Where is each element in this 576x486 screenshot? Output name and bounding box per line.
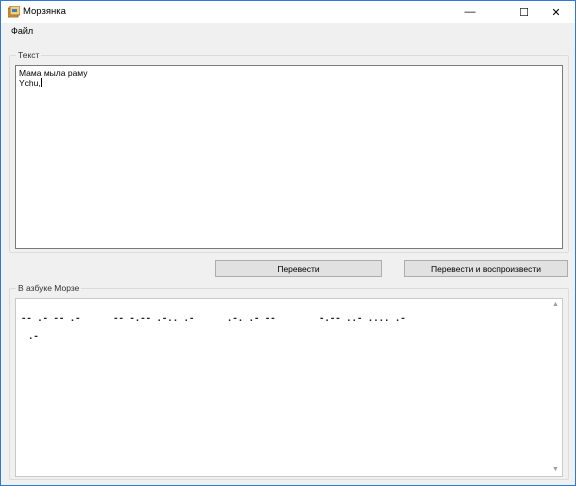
input-line: Ychu, (19, 78, 42, 88)
input-line: Мама мыла раму (19, 68, 88, 78)
vertical-scrollbar[interactable]: ▲ ▼ (549, 299, 562, 476)
scroll-up-button[interactable]: ▲ (549, 299, 562, 311)
close-icon: ✕ (551, 6, 561, 19)
morse-output-area[interactable]: -- .- -- .- -- -.-- .-.. .- .-. .- -- -.… (15, 298, 563, 477)
menu-bar: Файл (1, 23, 575, 41)
translate-button[interactable]: Перевести (215, 260, 382, 277)
app-icon (8, 6, 20, 18)
translate-and-play-button[interactable]: Перевести и воспроизвести (404, 260, 568, 277)
input-group-label: Текст (16, 50, 42, 60)
title-bar[interactable]: Морзянка — ☐ ✕ (1, 1, 575, 23)
minimize-icon: — (464, 6, 476, 18)
menu-file[interactable]: Файл (11, 26, 33, 36)
window-title: Морзянка (23, 6, 66, 17)
morse-line: -- .- -- .- -- -.-- .-.. .- .-. .- -- -.… (21, 314, 406, 324)
maximize-icon: ☐ (519, 6, 529, 19)
text-caret (40, 78, 42, 87)
input-text-area[interactable]: Мама мыла раму Ychu, (15, 65, 563, 249)
morse-line: .- (28, 332, 39, 342)
chevron-up-icon: ▲ (552, 301, 559, 308)
close-button[interactable]: ✕ (541, 1, 571, 23)
input-groupbox: Текст Мама мыла раму Ychu, (9, 50, 569, 253)
output-groupbox: В азбуке Морзе -- .- -- .- -- -.-- .-.. … (9, 283, 569, 480)
maximize-button[interactable]: ☐ (509, 1, 539, 23)
output-group-label: В азбуке Морзе (16, 283, 82, 293)
minimize-button[interactable]: — (455, 1, 485, 23)
main-window: Морзянка — ☐ ✕ Файл Текст Мама мыла раму… (0, 0, 576, 486)
scroll-down-button[interactable]: ▼ (549, 464, 562, 476)
chevron-down-icon: ▼ (552, 466, 559, 473)
